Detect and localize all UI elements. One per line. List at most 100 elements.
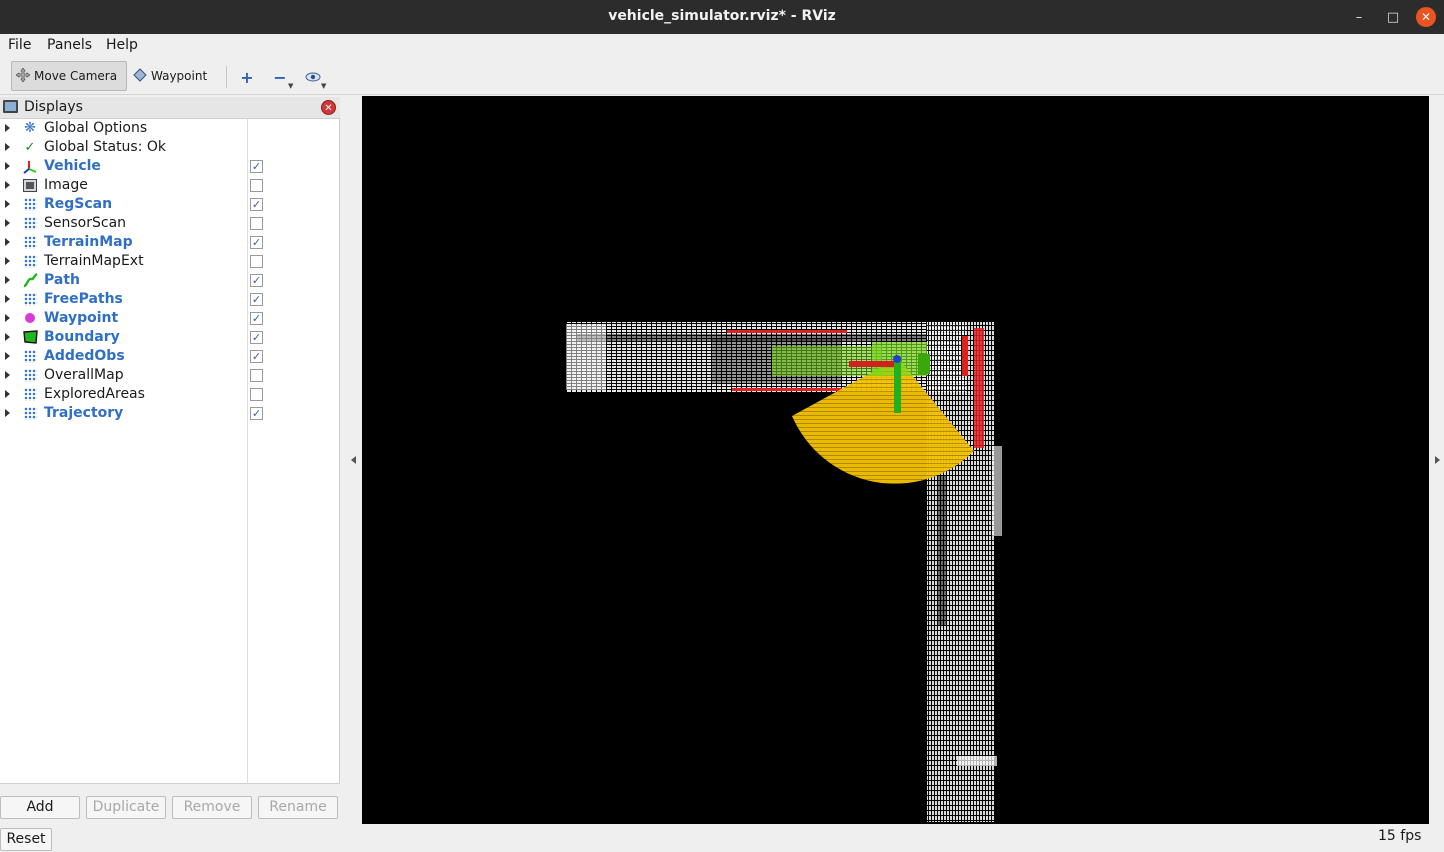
move-camera-tool[interactable]: Move Camera (11, 61, 127, 91)
expand-arrow-icon[interactable] (5, 314, 10, 322)
display-item-sensorscan[interactable]: SensorScan (0, 214, 340, 233)
display-item-label: TerrainMapExt (44, 253, 144, 269)
pointcloud-icon (22, 367, 38, 383)
expand-arrow-icon[interactable] (5, 276, 10, 284)
monitor-icon (3, 100, 18, 113)
rename-button[interactable]: Rename (258, 796, 338, 819)
display-item-image[interactable]: Image (0, 176, 340, 195)
reset-button[interactable]: Reset (0, 828, 52, 851)
polygon-icon (22, 329, 38, 345)
add-button[interactable]: Add (0, 796, 80, 819)
scene-render (566, 322, 1002, 822)
display-item-label: Image (44, 177, 88, 193)
waypoint-icon (133, 67, 147, 85)
display-item-label: Boundary (44, 329, 120, 345)
expand-arrow-icon[interactable] (5, 257, 10, 265)
expand-arrow-icon[interactable] (5, 295, 10, 303)
enable-checkbox[interactable]: ✓ (250, 293, 263, 306)
expand-arrow-icon[interactable] (5, 390, 10, 398)
move-camera-label: Move Camera (34, 69, 118, 83)
waypoint-tool[interactable]: Waypoint (129, 61, 219, 91)
menu-panels[interactable]: Panels (47, 37, 92, 53)
displays-tree: ❋ Global Options ✓ Global Status: Ok Vehicle… (0, 119, 340, 784)
display-item-waypoint[interactable]: Waypoint ✓ (0, 309, 340, 328)
display-item-exploredareas[interactable]: ExploredAreas (0, 385, 340, 404)
axes-icon (22, 158, 38, 174)
waypoint-label: Waypoint (151, 69, 208, 83)
enable-checkbox[interactable]: ✓ (250, 350, 263, 363)
minimize-icon[interactable]: – (1346, 4, 1372, 30)
enable-checkbox[interactable]: ✓ (250, 160, 263, 173)
expand-arrow-icon[interactable] (5, 409, 10, 417)
display-item-label: AddedObs (44, 348, 125, 364)
collapse-right-icon[interactable] (1435, 456, 1440, 464)
display-item-addedobs[interactable]: AddedObs ✓ (0, 347, 340, 366)
enable-checkbox[interactable]: ✓ (250, 236, 263, 249)
display-item-freepaths[interactable]: FreePaths ✓ (0, 290, 340, 309)
enable-checkbox[interactable]: ✓ (250, 331, 263, 344)
maximize-icon[interactable]: □ (1380, 4, 1406, 30)
expand-arrow-icon[interactable] (5, 219, 10, 227)
close-icon[interactable]: ✕ (1416, 7, 1436, 27)
expand-arrow-icon[interactable] (5, 352, 10, 360)
path-icon (22, 272, 38, 288)
menu-help[interactable]: Help (106, 37, 138, 53)
menu-file[interactable]: File (8, 37, 31, 53)
enable-checkbox[interactable]: ✓ (250, 312, 263, 325)
window-titlebar: vehicle_simulator.rviz* - RViz – □ ✕ (0, 0, 1444, 34)
display-item-regscan[interactable]: RegScan ✓ (0, 195, 340, 214)
pointcloud-icon (22, 386, 38, 402)
enable-checkbox[interactable]: ✓ (250, 198, 263, 211)
menu-bar: File Panels Help (0, 34, 1444, 58)
expand-arrow-icon[interactable] (5, 371, 10, 379)
display-item-label: Trajectory (44, 405, 124, 421)
displays-panel-title: Displays (24, 99, 83, 115)
display-item-label: Path (44, 272, 80, 288)
minus-icon[interactable]: − (270, 68, 290, 87)
display-item-label: RegScan (44, 196, 113, 212)
duplicate-button[interactable]: Duplicate (86, 796, 166, 819)
pointcloud-icon (22, 348, 38, 364)
close-panel-icon[interactable]: ✕ (321, 100, 336, 115)
expand-arrow-icon[interactable] (5, 162, 10, 170)
collapse-left-icon[interactable] (351, 456, 356, 464)
enable-checkbox[interactable] (250, 179, 263, 192)
enable-checkbox[interactable] (250, 217, 263, 230)
eye-icon[interactable] (303, 68, 323, 86)
pointcloud-icon (22, 234, 38, 250)
move-camera-icon (15, 66, 31, 85)
plus-icon[interactable]: + (237, 68, 257, 87)
expand-arrow-icon[interactable] (5, 200, 10, 208)
render-viewport[interactable] (362, 96, 1429, 824)
pointcloud-icon (22, 291, 38, 307)
display-item-terrainmap[interactable]: TerrainMap ✓ (0, 233, 340, 252)
enable-checkbox[interactable]: ✓ (250, 407, 263, 420)
toolbar-separator (226, 66, 227, 88)
expand-arrow-icon[interactable] (5, 124, 10, 132)
display-item-vehicle[interactable]: Vehicle ✓ (0, 157, 340, 176)
gear-icon: ❋ (24, 120, 36, 136)
display-item-terrainmapext[interactable]: TerrainMapExt (0, 252, 340, 271)
expand-arrow-icon[interactable] (5, 143, 10, 151)
pointcloud-icon (22, 253, 38, 269)
expand-arrow-icon[interactable] (5, 333, 10, 341)
fps-readout: 15 fps (1378, 828, 1422, 844)
display-item-trajectory[interactable]: Trajectory ✓ (0, 404, 340, 423)
display-item-path[interactable]: Path ✓ (0, 271, 340, 290)
display-item-boundary[interactable]: Boundary ✓ (0, 328, 340, 347)
enable-checkbox[interactable] (250, 388, 263, 401)
enable-checkbox[interactable] (250, 255, 263, 268)
expand-arrow-icon[interactable] (5, 238, 10, 246)
pointcloud-icon (22, 215, 38, 231)
enable-checkbox[interactable] (250, 369, 263, 382)
display-item-label: ExploredAreas (44, 386, 145, 402)
enable-checkbox[interactable]: ✓ (250, 274, 263, 287)
display-item-global-options[interactable]: ❋ Global Options (0, 119, 340, 138)
display-item-label: Vehicle (44, 158, 101, 174)
display-item-global-status-ok[interactable]: ✓ Global Status: Ok (0, 138, 340, 157)
pointcloud-icon (22, 405, 38, 421)
remove-button[interactable]: Remove (172, 796, 252, 819)
display-item-label: Global Options (44, 120, 148, 136)
display-item-overallmap[interactable]: OverallMap (0, 366, 340, 385)
expand-arrow-icon[interactable] (5, 181, 10, 189)
